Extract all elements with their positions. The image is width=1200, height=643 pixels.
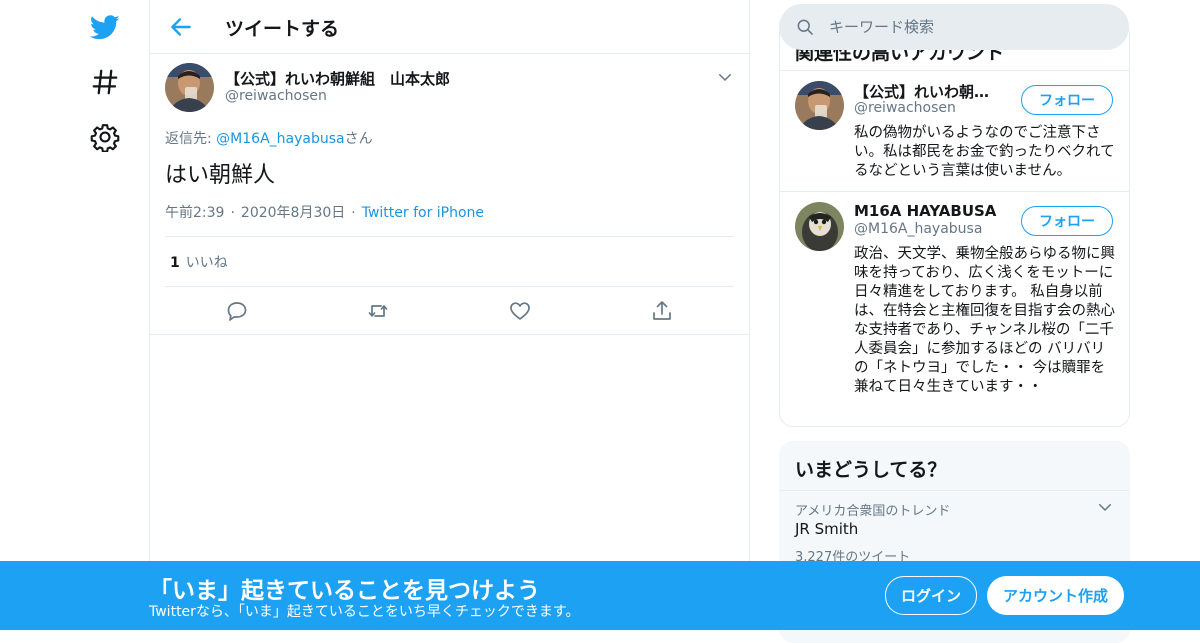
divider [150,334,749,335]
twitter-bird-icon[interactable] [90,12,120,42]
banner-title: 「いま」起きていることを見つけよう [149,578,540,604]
like-icon[interactable] [508,299,532,323]
share-icon[interactable] [650,299,674,323]
reply-to-handle-link[interactable]: @M16A_hayabusa [216,131,344,147]
author-name[interactable]: 【公式】れいわ朝鮮組 山本太郎 [225,68,450,89]
main-column: ツイートする 【公式】れいわ朝鮮組 山本太郎 @reiwachosen 返信先:… [149,0,750,630]
divider [165,286,734,287]
related-accounts-panel: 関連性の高いアカウント 【公式】れいわ朝鮮... @reiwachosen フォ… [779,20,1130,427]
tweet-date[interactable]: 2020年8月30日 [241,205,345,221]
signup-banner: 「いま」起きていることを見つけよう Twitterなら、「いま」起きていることを… [0,561,1200,630]
divider [780,490,1129,491]
banner-subtitle: Twitterなら、「いま」起きていることをいち早くチェックできます。 [149,604,580,620]
reply-icon[interactable] [225,299,249,323]
hashtag-icon[interactable] [90,67,120,97]
account-name[interactable]: 【公式】れいわ朝鮮... [854,81,1004,102]
separator-dot: · [351,205,356,221]
divider [165,236,734,237]
like-count: 1 [170,255,180,271]
author-avatar[interactable] [165,63,214,112]
account-bio: 私の偽物がいるようなのでご注意下さい。私は都民をお金で釣ったりベクれてるなどとい… [854,125,1115,179]
separator-dot: · [230,205,235,221]
trend-context: アメリカ合衆国のトレンド [795,504,951,519]
reply-to-prefix: 返信先: [165,131,217,147]
like-label: いいね [185,255,228,271]
chevron-down-icon[interactable] [1096,498,1114,516]
tweet-source-link[interactable]: Twitter for iPhone [362,205,484,221]
page-header: ツイートする [150,0,749,54]
divider [780,70,1129,71]
account-bio: 政治、天文学、乗物全般あらゆる物に興味を持っており、広く浅くをモットーに日々精進… [854,246,1115,395]
signup-button[interactable]: アカウント作成 [987,576,1124,615]
author-handle[interactable]: @reiwachosen [225,88,327,104]
reply-to-line: 返信先: @M16A_hayabusaさん [165,128,373,148]
search-icon [795,17,815,37]
tweet-time[interactable]: 午前2:39 [165,205,224,221]
reply-to-suffix: さん [344,131,373,147]
account-avatar[interactable] [795,202,844,251]
account-name[interactable]: M16A HAYABUSA [854,202,1004,220]
gear-icon[interactable] [90,122,120,152]
search-input[interactable] [829,15,1109,39]
follow-button[interactable]: フォロー [1021,206,1113,236]
retweet-icon[interactable] [366,299,390,323]
account-handle[interactable]: @M16A_hayabusa [854,221,982,237]
trend-item[interactable]: JR Smith [795,520,858,538]
divider [780,191,1129,192]
back-arrow-icon[interactable] [168,14,194,40]
account-handle[interactable]: @reiwachosen [854,100,956,116]
tweet-text: はい朝鮮人 [165,163,276,188]
page-title: ツイートする [225,18,340,40]
trends-title: いまどうしてる？ [795,459,947,481]
tweet-meta: 午前2:39 · 2020年8月30日 · Twitter for iPhone [165,202,484,222]
account-avatar[interactable] [795,81,844,130]
chevron-down-icon[interactable] [716,68,734,86]
login-button[interactable]: ログイン [885,576,977,615]
search-bar[interactable] [779,4,1129,50]
follow-button[interactable]: フォロー [1021,85,1113,115]
like-count-row[interactable]: 1 いいね [170,252,228,272]
